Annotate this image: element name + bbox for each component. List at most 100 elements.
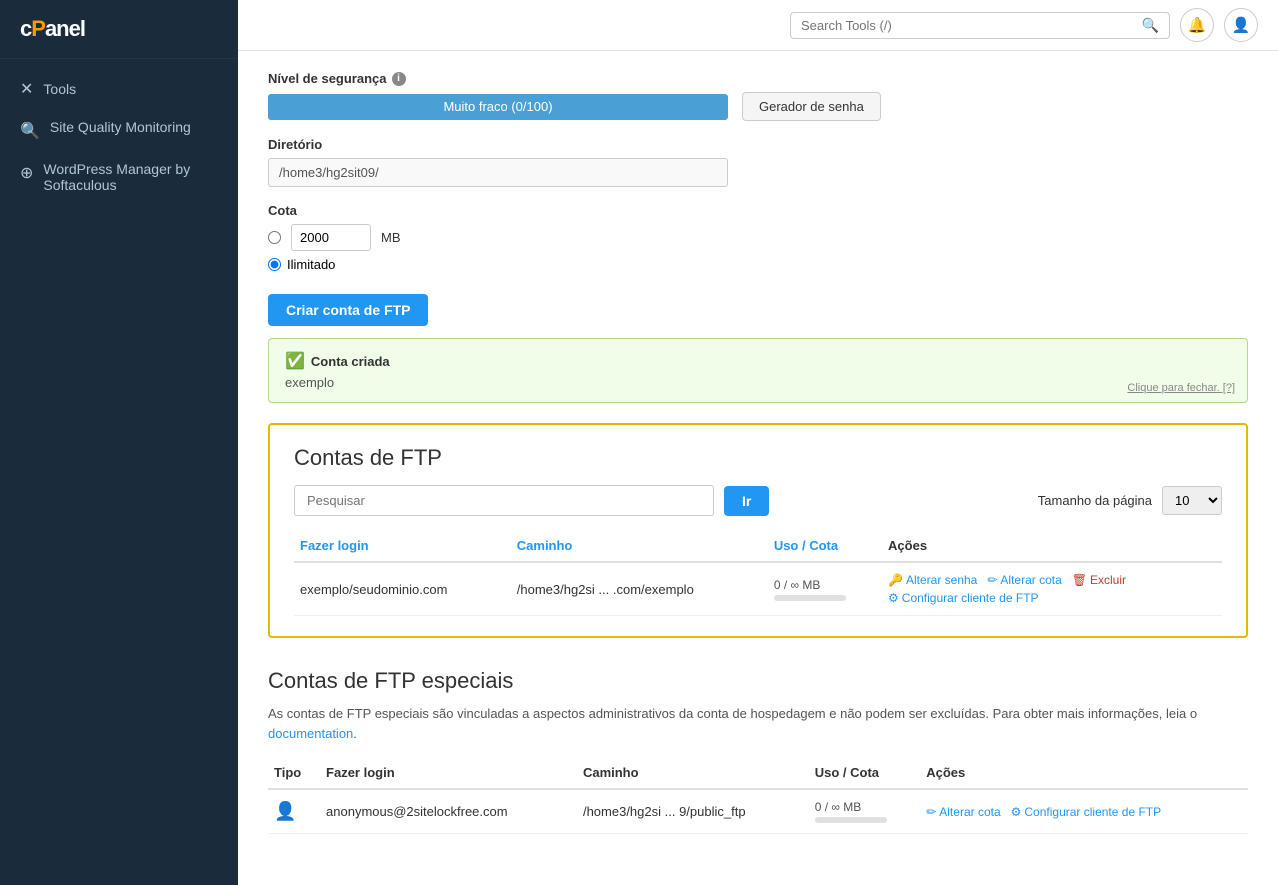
user-button[interactable]: 👤 xyxy=(1224,8,1258,42)
sidebar-nav: ✕ Tools 🔍 Site Quality Monitoring ⊕ Word… xyxy=(0,59,238,213)
col-fazer-login: Fazer login xyxy=(294,530,511,562)
directory-input[interactable] xyxy=(268,158,728,187)
security-bar-container: Muito fraco (0/100) Gerador de senha xyxy=(268,92,1248,121)
sp-usage-bar-bg xyxy=(815,817,887,823)
col-uso-cota: Uso / Cota xyxy=(768,530,882,562)
sidebar-item-tools[interactable]: ✕ Tools xyxy=(0,69,238,109)
sp-cell-tipo: 👤 xyxy=(268,789,320,834)
security-label: Nível de segurança i xyxy=(268,71,1248,86)
edit-icon: ✏ xyxy=(987,573,997,587)
cpanel-logo: cPanel xyxy=(20,16,85,41)
quota-unit: MB xyxy=(381,230,401,245)
quota-row: MB xyxy=(268,224,1248,251)
key-icon: 🔑 xyxy=(888,573,903,587)
header-icons: 🔔 👤 xyxy=(1180,8,1258,42)
success-sub: exemplo xyxy=(285,375,1231,390)
sp-gear-icon: ⚙ xyxy=(1011,805,1022,819)
sp-edit-icon: ✏ xyxy=(926,805,936,819)
ilimitado-row: Ilimitado xyxy=(268,257,1248,272)
action-row-2: ⚙ Configurar cliente de FTP xyxy=(888,591,1216,605)
documentation-link[interactable]: documentation xyxy=(268,726,353,741)
main-content: 🔍 🔔 👤 Nível de segurança i Muito fraco (… xyxy=(238,0,1278,885)
action-row-1: 🔑 Alterar senha ✏ Alterar cota 🗑 xyxy=(888,573,1216,587)
quota-label: Cota xyxy=(268,203,1248,218)
quota-value-input[interactable] xyxy=(291,224,371,251)
cell-uso-cota: 0 / ∞ MB xyxy=(768,562,882,616)
criar-button[interactable]: Criar conta de FTP xyxy=(268,294,428,326)
special-ftp-section: Contas de FTP especiais As contas de FTP… xyxy=(268,668,1248,834)
ftp-section: Contas de FTP Ir Tamanho da página 10 25… xyxy=(268,423,1248,638)
special-description: As contas de FTP especiais são vinculada… xyxy=(268,704,1248,743)
directory-label: Diretório xyxy=(268,137,1248,152)
quota-radio-ilimitado[interactable] xyxy=(268,258,281,271)
search-bar-container: 🔍 xyxy=(790,12,1170,39)
sp-alterar-cota-link[interactable]: ✏ Alterar cota xyxy=(926,805,1000,819)
trash-icon: 🗑 xyxy=(1072,573,1087,587)
page-size-select[interactable]: 10 25 50 100 xyxy=(1162,486,1222,515)
sp-configurar-cliente-link[interactable]: ⚙ Configurar cliente de FTP xyxy=(1011,805,1162,819)
ftp-search-input[interactable] xyxy=(294,485,714,516)
sidebar-item-label-wp: WordPress Manager by Softaculous xyxy=(43,161,218,193)
check-icon: ✅ xyxy=(285,351,305,371)
logo-area: cPanel xyxy=(0,0,238,59)
site-quality-icon: 🔍 xyxy=(20,121,40,141)
close-link[interactable]: Clique para fechar. [?] xyxy=(1127,382,1235,394)
quota-radio-value[interactable] xyxy=(268,231,281,244)
sp-cell-uso: 0 / ∞ MB xyxy=(809,789,920,834)
sidebar-item-label-tools: Tools xyxy=(43,81,76,97)
ftp-table: Fazer login Caminho Uso / Cota Ações exe… xyxy=(294,530,1222,616)
sp-cell-actions: ✏ Alterar cota ⚙ Configurar cliente de F… xyxy=(920,789,1248,834)
table-row: exemplo/seudominio.com /home3/hg2si ... … xyxy=(294,562,1222,616)
cell-login: exemplo/seudominio.com xyxy=(294,562,511,616)
sp-col-caminho: Caminho xyxy=(577,757,809,789)
bell-icon: 🔔 xyxy=(1188,16,1207,34)
header: 🔍 🔔 👤 xyxy=(238,0,1278,51)
action-links: 🔑 Alterar senha ✏ Alterar cota 🗑 xyxy=(888,573,1216,605)
sidebar-item-site-quality[interactable]: 🔍 Site Quality Monitoring xyxy=(0,109,238,151)
user-icon: 👤 xyxy=(1232,16,1251,34)
sidebar-item-wordpress[interactable]: ⊕ WordPress Manager by Softaculous xyxy=(0,151,238,203)
search-input[interactable] xyxy=(801,18,1142,33)
search-icon: 🔍 xyxy=(1142,17,1159,34)
notification-button[interactable]: 🔔 xyxy=(1180,8,1214,42)
sp-col-tipo: Tipo xyxy=(268,757,320,789)
directory-group: Diretório xyxy=(268,137,1248,187)
security-group: Nível de segurança i Muito fraco (0/100)… xyxy=(268,71,1248,121)
cell-actions: 🔑 Alterar senha ✏ Alterar cota 🗑 xyxy=(882,562,1222,616)
gear-icon: ⚙ xyxy=(888,591,899,605)
sp-col-acoes: Ações xyxy=(920,757,1248,789)
sp-action-row: ✏ Alterar cota ⚙ Configurar cliente de F… xyxy=(926,805,1242,819)
sidebar-item-label-sqm: Site Quality Monitoring xyxy=(50,119,191,135)
special-table: Tipo Fazer login Caminho Uso / Cota Açõe… xyxy=(268,757,1248,834)
wordpress-icon: ⊕ xyxy=(20,163,33,183)
usage-bar-bg xyxy=(774,595,846,601)
sp-cell-login: anonymous@2sitelockfree.com xyxy=(320,789,577,834)
excluir-link[interactable]: 🗑 Excluir xyxy=(1072,573,1126,587)
sidebar: cPanel ✕ Tools 🔍 Site Quality Monitoring… xyxy=(0,0,238,885)
sp-cell-caminho: /home3/hg2si ... 9/public_ftp xyxy=(577,789,809,834)
sp-usage-text: 0 / ∞ MB xyxy=(815,800,914,814)
sp-col-login: Fazer login xyxy=(320,757,577,789)
info-icon[interactable]: i xyxy=(392,72,406,86)
security-bar: Muito fraco (0/100) xyxy=(268,94,728,120)
special-title: Contas de FTP especiais xyxy=(268,668,1248,694)
col-caminho: Caminho xyxy=(511,530,768,562)
quota-group: Cota MB Ilimitado xyxy=(268,203,1248,272)
gerador-button[interactable]: Gerador de senha xyxy=(742,92,881,121)
success-title: ✅ Conta criada xyxy=(285,351,1231,371)
alterar-senha-link[interactable]: 🔑 Alterar senha xyxy=(888,573,977,587)
usage-text: 0 / ∞ MB xyxy=(774,578,876,592)
ftp-section-title: Contas de FTP xyxy=(294,445,1222,471)
ir-button[interactable]: Ir xyxy=(724,486,769,516)
alterar-cota-link[interactable]: ✏ Alterar cota xyxy=(987,573,1061,587)
success-box: ✅ Conta criada exemplo Clique para fecha… xyxy=(268,338,1248,403)
anon-icon: 👤 xyxy=(274,801,296,821)
tools-icon: ✕ xyxy=(20,79,33,99)
configurar-cliente-link[interactable]: ⚙ Configurar cliente de FTP xyxy=(888,591,1039,605)
col-acoes: Ações xyxy=(882,530,1222,562)
special-table-row: 👤 anonymous@2sitelockfree.com /home3/hg2… xyxy=(268,789,1248,834)
content-area: Nível de segurança i Muito fraco (0/100)… xyxy=(238,51,1278,885)
ilimitado-label: Ilimitado xyxy=(287,257,335,272)
page-size-label: Tamanho da página xyxy=(1038,493,1152,508)
ftp-search-row: Ir Tamanho da página 10 25 50 100 xyxy=(294,485,1222,516)
